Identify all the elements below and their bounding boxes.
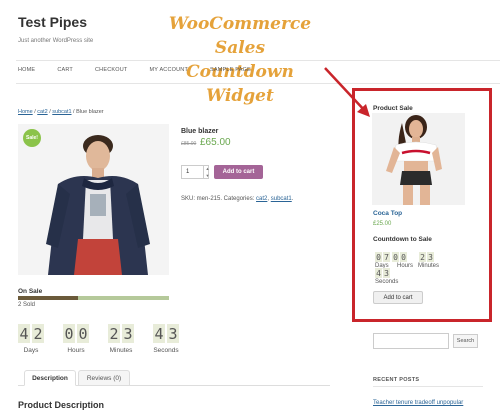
sold-count: 2 Sold (18, 302, 36, 308)
countdown-label: Seconds (153, 347, 179, 354)
stepper-up-icon[interactable]: ▲ (204, 165, 211, 172)
nav-item-checkout[interactable]: CHECKOUT (95, 67, 127, 73)
recent-posts-divider (373, 386, 483, 387)
countdown-digit: 3 (167, 324, 179, 343)
breadcrumb: Home / cat2 / subcat1 / Blue blazer (18, 109, 104, 115)
breadcrumb-home[interactable]: Home (18, 109, 33, 115)
nav-item-cart[interactable]: CART (57, 67, 73, 73)
nav-item-my-account[interactable]: MY ACCOUNT (149, 67, 188, 73)
on-sale-label: On Sale (18, 288, 43, 295)
widget-countdown-hours: 0 0 (392, 252, 407, 262)
sale-progress-bar (18, 296, 169, 300)
search-button[interactable]: Search (453, 334, 478, 348)
countdown-digit: 4 (153, 324, 165, 343)
widget-countdown-digit: 2 (419, 252, 426, 262)
tab-reviews[interactable]: Reviews (0) (78, 370, 130, 386)
countdown-hours: 0 0 Hours (63, 324, 89, 354)
widget-product-name[interactable]: Coca Top (373, 210, 402, 217)
countdown-label: Minutes (109, 347, 133, 354)
countdown-label: Hours (67, 347, 85, 354)
countdown-digit: 2 (32, 324, 44, 343)
countdown-digit: 0 (77, 324, 89, 343)
product-image[interactable] (18, 124, 169, 275)
nav-item-sample-page[interactable]: SAMPLE PAGE (210, 67, 251, 73)
countdown-seconds: 4 3 Seconds (153, 324, 179, 354)
search-input[interactable] (373, 333, 449, 349)
site-title[interactable]: Test Pipes (18, 14, 87, 30)
tab-description[interactable]: Description (24, 370, 76, 386)
nav-item-home[interactable]: HOME (18, 67, 35, 73)
breadcrumb-subcat[interactable]: subcat1 (52, 109, 71, 115)
widget-countdown-label: Seconds (375, 279, 399, 285)
main-nav: HOME CART CHECKOUT MY ACCOUNT SAMPLE PAG… (18, 67, 273, 73)
breadcrumb-current: Blue blazer (76, 109, 104, 115)
price-new: £65.00 (200, 137, 231, 148)
widget-countdown-digit: 0 (400, 252, 407, 262)
recent-post-link[interactable]: Teacher tenure tradeoff unpopular (373, 400, 463, 406)
widget-countdown-days: 0 7 (375, 252, 390, 262)
widget-price: £25.00 (373, 221, 392, 227)
countdown-digit: 3 (122, 324, 134, 343)
widget-countdown-digit: 3 (383, 268, 390, 278)
product-photo-woman-crop-top-icon (372, 113, 465, 205)
widget-product-image[interactable] (372, 113, 465, 205)
nav-divider-bottom (16, 83, 500, 84)
countdown-timer: 4 2 Days 0 0 Hours 2 3 Minutes 4 3 Secon… (18, 324, 179, 354)
sku-text: SKU: men-215. Categories: (181, 196, 257, 202)
category-link-cat2[interactable]: cat2 (256, 196, 267, 202)
product-meta: SKU: men-215. Categories: cat2, subcat1. (181, 196, 293, 202)
widget-countdown-title: Countdown to Sale (373, 236, 432, 243)
countdown-digit: 2 (108, 324, 120, 343)
sale-badge: Sale! (23, 129, 41, 147)
widget-title: Product Sale (373, 105, 413, 112)
quantity-stepper[interactable]: ▲ ▼ (203, 165, 211, 179)
widget-countdown-digit: 3 (427, 252, 434, 262)
widget-countdown-minutes: 2 3 (419, 252, 434, 262)
countdown-days: 4 2 Days (18, 324, 44, 354)
stepper-down-icon[interactable]: ▼ (204, 172, 211, 179)
widget-countdown-digit: 0 (392, 252, 399, 262)
sale-progress-fill (18, 296, 79, 300)
widget-countdown-label: Minutes (418, 263, 440, 269)
site-tagline: Just another WordPress site (18, 38, 94, 44)
countdown-label: Days (23, 347, 39, 354)
add-to-cart-button[interactable]: Add to cart (214, 165, 263, 179)
nav-divider-top (16, 60, 500, 61)
product-tabs: Description Reviews (0) (18, 370, 330, 386)
annotation-line-1: WooCommerce Sales (168, 14, 312, 58)
category-link-subcat1[interactable]: subcat1 (271, 196, 292, 202)
description-heading: Product Description (18, 400, 105, 410)
breadcrumb-cat[interactable]: cat2 (37, 109, 47, 115)
product-title: Blue blazer (181, 128, 219, 135)
price-old: £85.00 (181, 141, 197, 147)
product-photo-man-blazer-icon (18, 124, 169, 275)
widget-countdown-digit: 4 (375, 268, 382, 278)
recent-posts-title: RECENT POSTS (373, 377, 420, 383)
sku-suffix: . (291, 196, 294, 202)
countdown-digit: 0 (63, 324, 75, 343)
widget-countdown-seconds: 4 3 (375, 268, 390, 278)
widget-countdown-digit: 0 (375, 252, 382, 262)
countdown-minutes: 2 3 Minutes (108, 324, 134, 354)
widget-countdown-label: Hours (397, 263, 414, 269)
widget-add-to-cart-button[interactable]: Add to cart (373, 291, 423, 304)
widget-countdown-digit: 7 (383, 252, 390, 262)
countdown-digit: 4 (18, 324, 30, 343)
